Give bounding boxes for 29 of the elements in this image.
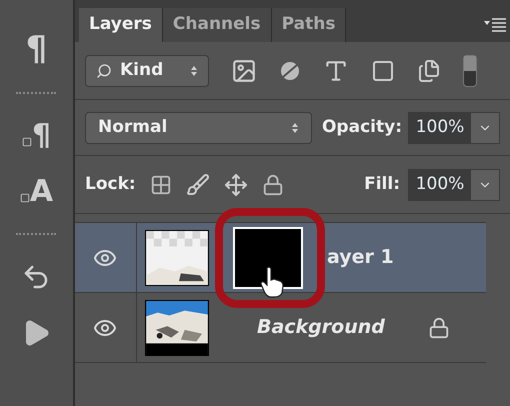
panel-tab[interactable]: Layers — [78, 8, 163, 42]
blend-mode-dropdown[interactable]: Normal — [84, 112, 312, 144]
fill-label: Fill: — [364, 172, 400, 196]
panel-tab[interactable]: Channels — [162, 8, 272, 42]
layer-row[interactable]: Background — [74, 293, 486, 363]
smart-object-filter-icon[interactable] — [416, 58, 441, 82]
stepper-icon — [290, 120, 299, 134]
grip-icon[interactable] — [16, 92, 56, 95]
shape-filter-icon[interactable] — [370, 58, 395, 82]
filter-dropdown[interactable]: Kind — [84, 54, 209, 86]
layer-row[interactable]: ayer 1 — [74, 223, 486, 293]
hand-cursor-icon — [258, 266, 285, 298]
adjustment-filter-icon[interactable] — [278, 60, 301, 82]
filter-toggle[interactable] — [462, 54, 477, 86]
lock-all-icon[interactable] — [262, 174, 284, 196]
paragraph-icon[interactable]: ¶ — [26, 32, 48, 66]
lock-transparency-icon[interactable] — [150, 174, 172, 196]
grip-icon[interactable] — [16, 233, 56, 236]
image-filter-icon[interactable] — [230, 58, 257, 84]
panel-menu-icon[interactable] — [484, 18, 506, 32]
opacity-label: Opacity: — [322, 116, 402, 139]
lock-position-icon[interactable] — [224, 172, 248, 196]
search-icon — [96, 62, 112, 78]
layer-name: Background — [256, 315, 385, 340]
layer-name: ayer 1 — [326, 245, 394, 270]
lock-paint-icon[interactable] — [186, 172, 210, 196]
lock-label: Lock: — [84, 172, 136, 196]
stepper-icon — [190, 64, 198, 78]
panel-tab[interactable]: Paths — [272, 8, 346, 42]
